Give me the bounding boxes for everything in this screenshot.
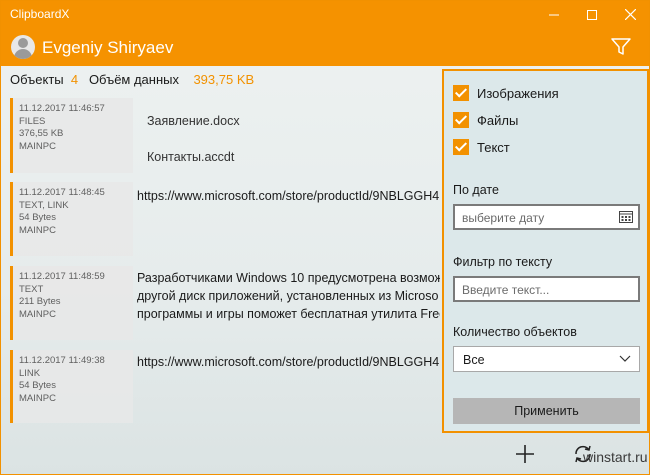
maximize-button[interactable] — [573, 1, 611, 28]
file-name[interactable]: Контакты.accdt — [147, 149, 450, 165]
item-source: MAINPC — [19, 224, 56, 236]
data-size-label: Объём данных — [88, 72, 179, 87]
item-datetime: 11.12.2017 11:48:45 — [19, 187, 105, 198]
objects-label: Объекты — [10, 72, 64, 87]
stats-bar: Объекты 4 Объём данных 393,75 KB — [10, 72, 254, 87]
item-type: FILES — [19, 115, 46, 127]
item-datetime: 11.12.2017 11:49:38 — [19, 355, 105, 366]
item-size: 376,55 KB — [19, 128, 64, 139]
user-name: Evgeniy Shiryaev — [42, 38, 174, 57]
count-select-value: Все — [463, 353, 485, 367]
item-meta: 11.12.2017 11:48:59 TEXT 211 Bytes MAINP… — [10, 266, 133, 340]
plus-icon[interactable] — [515, 444, 535, 464]
minimize-button[interactable] — [535, 1, 573, 28]
item-type: TEXT — [19, 283, 44, 295]
close-button[interactable] — [611, 1, 649, 28]
list-item[interactable]: 11.12.2017 11:46:57 FILES 376,55 KB MAIN… — [10, 98, 440, 173]
title-bar[interactable]: ClipboardX — [1, 1, 649, 28]
item-size: 211 Bytes — [19, 296, 61, 307]
minimize-icon — [549, 14, 559, 15]
data-size-value: 393,75 KB — [193, 72, 255, 87]
list-item[interactable]: 11.12.2017 11:48:59 TEXT 211 Bytes MAINP… — [10, 266, 440, 340]
item-text-line[interactable]: другой диск приложений, установленных из… — [137, 288, 440, 304]
item-meta: 11.12.2017 11:49:38 LINK 54 Bytes MAINPC — [10, 350, 133, 423]
item-size: 54 Bytes — [19, 212, 56, 223]
item-datetime: 11.12.2017 11:46:57 — [19, 103, 105, 114]
close-icon — [624, 9, 636, 20]
checkbox-label: Текст — [477, 139, 510, 155]
avatar[interactable] — [11, 35, 35, 59]
filter-panel: Изображения Файлы Текст По дате выберите… — [442, 69, 649, 433]
chevron-down-icon — [619, 355, 631, 362]
item-text-line[interactable]: программы и игры поможет бесплатная утил… — [137, 306, 440, 322]
date-filter-label: По дате — [453, 183, 499, 197]
checkbox-files[interactable]: Файлы — [453, 111, 518, 129]
list-item[interactable]: 11.12.2017 11:48:45 TEXT, LINK 54 Bytes … — [10, 182, 440, 256]
checkbox-label: Файлы — [477, 112, 519, 128]
text-filter-placeholder: Введите текст... — [462, 283, 550, 297]
app-header: Evgeniy Shiryaev — [1, 28, 649, 66]
app-window: ClipboardX Evgeniy Shiryaev Объекты 4 Об… — [0, 0, 650, 475]
item-meta: 11.12.2017 11:48:45 TEXT, LINK 54 Bytes … — [10, 182, 133, 256]
date-placeholder: выберите дату — [462, 211, 545, 225]
item-size: 54 Bytes — [19, 380, 56, 391]
item-source: MAINPC — [19, 308, 56, 320]
maximize-icon — [587, 9, 597, 20]
count-filter-label: Количество объектов — [453, 325, 577, 339]
item-source: MAINPC — [19, 392, 56, 404]
item-datetime: 11.12.2017 11:48:59 — [19, 271, 105, 282]
filter-icon[interactable] — [610, 37, 632, 57]
checkbox-images[interactable]: Изображения — [453, 84, 559, 102]
list-item[interactable]: 11.12.2017 11:49:38 LINK 54 Bytes MAINPC… — [10, 350, 440, 423]
checkbox-checked-icon[interactable] — [453, 112, 469, 128]
item-text-line[interactable]: Разработчиками Windows 10 предусмотрена … — [137, 270, 440, 286]
checkbox-text[interactable]: Текст — [453, 138, 510, 156]
item-source: MAINPC — [19, 140, 56, 152]
checkbox-checked-icon[interactable] — [453, 85, 469, 101]
date-picker[interactable]: выберите дату — [453, 204, 640, 230]
text-filter-input[interactable]: Введите текст... — [453, 276, 640, 302]
app-title: ClipboardX — [10, 7, 70, 21]
item-type: TEXT, LINK — [19, 199, 69, 211]
apply-button[interactable]: Применить — [453, 398, 640, 424]
item-meta: 11.12.2017 11:46:57 FILES 376,55 KB MAIN… — [10, 98, 133, 173]
watermark: winstart.ru — [583, 449, 648, 465]
checkbox-checked-icon[interactable] — [453, 139, 469, 155]
file-name[interactable]: Заявление.docx — [147, 113, 450, 129]
text-filter-label: Фильтр по тексту — [453, 255, 553, 269]
count-select[interactable]: Все — [453, 346, 640, 372]
checkbox-label: Изображения — [477, 85, 559, 101]
item-link[interactable]: https://www.microsoft.com/store/productI… — [137, 188, 440, 204]
objects-count: 4 — [70, 72, 79, 87]
item-link[interactable]: https://www.microsoft.com/store/productI… — [137, 354, 440, 370]
calendar-icon — [619, 211, 633, 223]
item-type: LINK — [19, 367, 41, 379]
